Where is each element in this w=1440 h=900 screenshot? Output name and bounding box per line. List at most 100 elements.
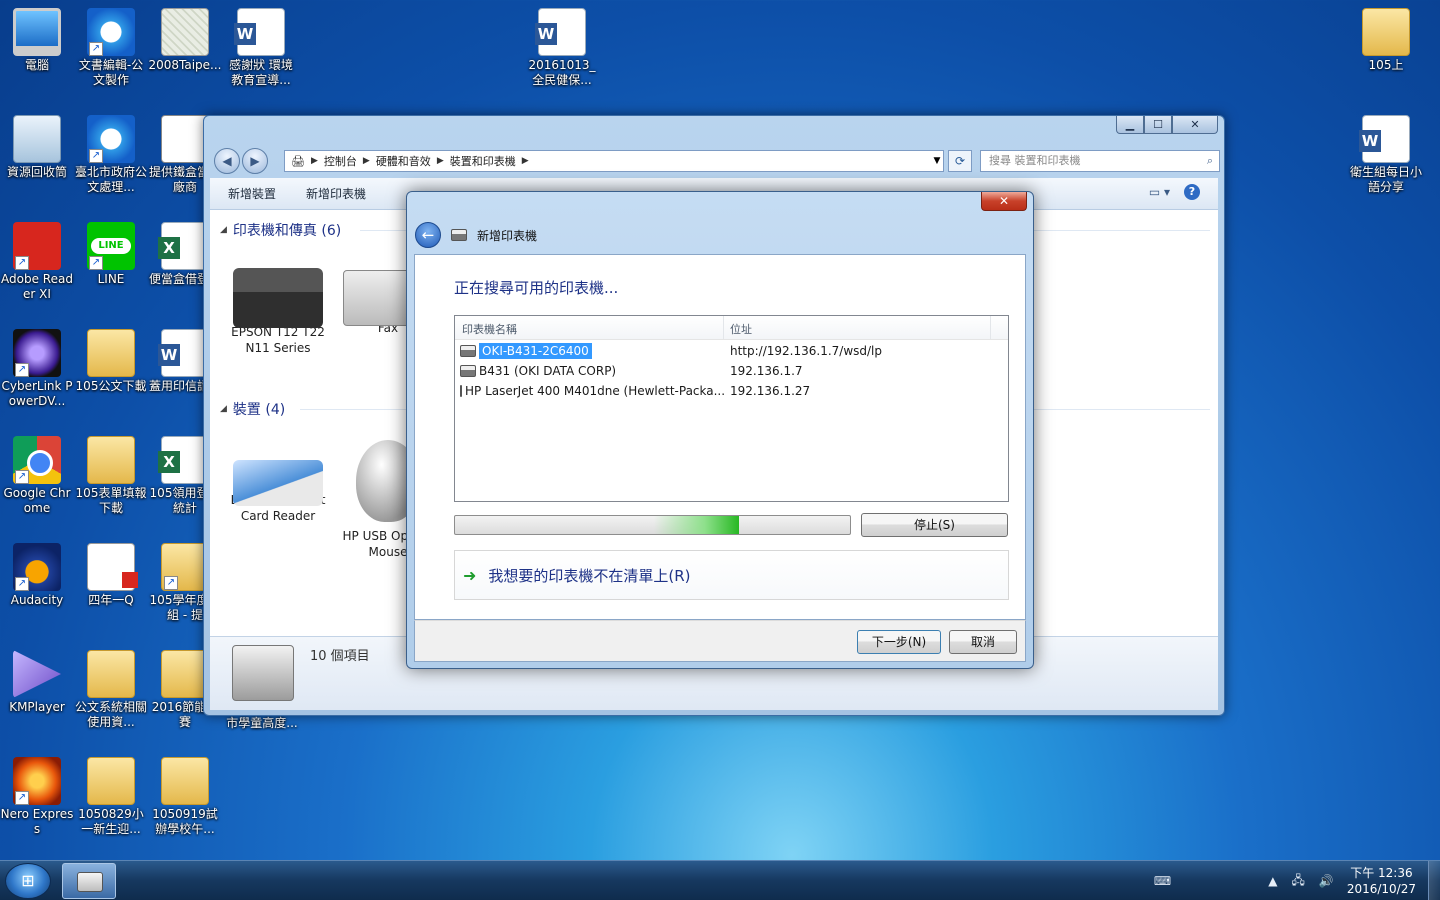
- stop-button[interactable]: 停止(S): [861, 513, 1008, 537]
- computer-icon: [13, 8, 61, 56]
- breadcrumb-separator-icon: ▶: [521, 156, 529, 166]
- printer-not-listed-box[interactable]: ➜ 我想要的印表機不在清單上(R): [454, 550, 1009, 600]
- address-dropdown-icon[interactable]: ▼: [928, 150, 946, 172]
- printers-group-header[interactable]: ◢ 印表機和傳真 (6): [220, 220, 341, 240]
- ie-icon: ↗: [87, 115, 135, 163]
- printer-row[interactable]: B431 (OKI DATA CORP) 192.136.1.7: [455, 361, 1008, 381]
- desktop-icon-computer[interactable]: 電腦: [0, 8, 74, 73]
- devices-group-header[interactable]: ◢ 裝置 (4): [220, 399, 285, 419]
- nero-icon: ↗: [13, 757, 61, 805]
- printer-address: 192.136.1.7: [730, 364, 803, 378]
- printer-icon: [233, 268, 323, 328]
- volume-icon[interactable]: 🔊: [1319, 874, 1334, 888]
- search-input[interactable]: 搜尋 裝置和印表機 ⌕: [980, 150, 1220, 172]
- printer-name-cell: B431 (OKI DATA CORP): [455, 364, 724, 378]
- desktop-icon-nero[interactable]: ↗ Nero Express: [0, 757, 74, 837]
- desktop-icon-chrome[interactable]: ↗ Google Chrome: [0, 436, 74, 516]
- printer-row[interactable]: OKI-B431-2C6400 http://192.136.1.7/wsd/l…: [455, 341, 1008, 361]
- forward-button[interactable]: ▶: [242, 148, 268, 174]
- desktop-icon-four-years-pdf[interactable]: 四年一Q: [74, 543, 148, 608]
- desktop-icon-line[interactable]: ↗ LINE: [74, 222, 148, 287]
- desktop-icon-folder-105-docs[interactable]: 105公文下載: [74, 329, 148, 394]
- printer-name-cell: HP LaserJet 400 M401dne (Hewlett-Packa..…: [455, 384, 724, 398]
- device-smart-card-reader[interactable]: EZ100PU Smart Card Reader: [230, 440, 326, 524]
- next-button[interactable]: 下一步(N): [857, 630, 941, 654]
- printer-list-header: 印表機名稱 位址: [455, 316, 1008, 340]
- word-doc-icon: [234, 8, 285, 56]
- map-file-icon: [161, 8, 209, 56]
- printer-name: B431 (OKI DATA CORP): [479, 364, 617, 378]
- back-arrow-icon[interactable]: ←: [415, 222, 441, 248]
- add-printer-button[interactable]: 新增印表機: [306, 185, 366, 202]
- desktop-icon-kmplayer[interactable]: KMPlayer: [0, 650, 74, 715]
- printer-not-listed-link[interactable]: 我想要的印表機不在清單上(R): [488, 565, 690, 586]
- taskbar-devices-printers[interactable]: [62, 863, 116, 899]
- word-doc-icon: [158, 329, 209, 377]
- back-button[interactable]: ◀: [214, 148, 240, 174]
- desktop-icon-cyberlink[interactable]: ↗ CyberLink PowerDV...: [0, 329, 74, 409]
- printer-address: 192.136.1.27: [730, 384, 811, 398]
- printer-list[interactable]: 印表機名稱 位址 OKI-B431-2C6400 http://192.136.…: [454, 315, 1009, 502]
- adobe-reader-icon: ↗: [13, 222, 61, 270]
- breadcrumb-control-panel[interactable]: 控制台: [324, 153, 357, 169]
- desktop-icon-student-height[interactable]: 市學童高度...: [222, 716, 302, 731]
- address-bar[interactable]: 🖨 ▶ 控制台 ▶ 硬體和音效 ▶ 裝置和印表機 ▶: [284, 150, 944, 172]
- desktop-icon-folder-105[interactable]: 105上: [1349, 8, 1423, 73]
- printer-address: http://192.136.1.7/wsd/lp: [730, 344, 883, 358]
- show-desktop-button[interactable]: [1428, 861, 1440, 900]
- folder-icon: [87, 757, 135, 805]
- desktop-icon-adobe-reader[interactable]: ↗ Adobe Reader XI: [0, 222, 74, 302]
- desktop-icon-folder-forms[interactable]: 105表單填報下載: [74, 436, 148, 516]
- folder-icon: [87, 329, 135, 377]
- audacity-icon: ↗: [13, 543, 61, 591]
- column-header-address[interactable]: 位址: [724, 316, 991, 339]
- folder-icon: [161, 650, 209, 698]
- desktop-icon-document-editor[interactable]: ↗ 文書編輯-公文製作: [74, 8, 148, 88]
- help-icon[interactable]: ?: [1184, 184, 1200, 200]
- desktop-icon-folder-pilot[interactable]: 1050919試辦學校午...: [148, 757, 222, 837]
- cyberlink-icon: ↗: [13, 329, 61, 377]
- maximize-button[interactable]: ☐: [1144, 116, 1172, 134]
- desktop-icon-recycle-bin[interactable]: 資源回收筒: [0, 115, 74, 180]
- desktop-icon-folder-freshman[interactable]: 1050829小一新生迎...: [74, 757, 148, 837]
- add-printer-dialog: ✕ ← 新增印表機 正在搜尋可用的印表機... 印表機名稱 位址 OKI-B43…: [406, 191, 1034, 669]
- devices-printers-icon: [77, 872, 103, 892]
- desktop-icon-certificate-doc[interactable]: 感謝狀 環境教育宣導...: [224, 8, 298, 88]
- minimize-button[interactable]: ▁: [1116, 116, 1144, 134]
- folder-icon: [161, 757, 209, 805]
- folder-icon: [87, 436, 135, 484]
- add-device-button[interactable]: 新增裝置: [228, 185, 276, 202]
- breadcrumb-devices-printers[interactable]: 裝置和印表機: [450, 153, 516, 169]
- desktop-icon-audacity[interactable]: ↗ Audacity: [0, 543, 74, 608]
- desktop-icon-health-doc[interactable]: 20161013_全民健保...: [525, 8, 599, 88]
- view-options-icon[interactable]: ▭ ▾: [1149, 185, 1170, 199]
- navigation-row: ◀ ▶ 🖨 ▶ 控制台 ▶ 硬體和音效 ▶ 裝置和印表機 ▶ ▼ ⟳ 搜尋 裝置…: [210, 146, 1220, 174]
- show-hidden-icons-icon[interactable]: ▲: [1268, 874, 1277, 888]
- refresh-button[interactable]: ⟳: [948, 150, 972, 172]
- breadcrumb-hardware-sound[interactable]: 硬體和音效: [376, 153, 431, 169]
- start-button[interactable]: ⊞: [5, 863, 51, 899]
- system-tray: ⌨ ▲ 🖧 🔊 下午 12:36 2016/10/27: [1147, 861, 1440, 900]
- control-panel-icon: 🖨: [291, 154, 305, 168]
- excel-doc-icon: [158, 222, 209, 270]
- desktop-icon-2008taipei[interactable]: 2008Taipe...: [148, 8, 222, 73]
- dialog-close-button[interactable]: ✕: [981, 192, 1027, 211]
- device-label: EPSON T12 T22 N11 Series: [231, 325, 325, 355]
- cancel-button[interactable]: 取消: [949, 630, 1017, 654]
- window-controls: ▁ ☐ ✕: [1116, 116, 1218, 134]
- network-icon[interactable]: 🖧: [1291, 871, 1304, 892]
- folder-icon: [1362, 8, 1410, 56]
- clock[interactable]: 下午 12:36 2016/10/27: [1347, 865, 1416, 897]
- keyboard-icon[interactable]: ⌨: [1154, 874, 1171, 888]
- smart-card-reader-icon: [233, 460, 323, 506]
- desktop-icon-folder-doc-system[interactable]: 公文系統相關使用資...: [74, 650, 148, 730]
- close-button[interactable]: ✕: [1172, 116, 1218, 134]
- desktop-icon-taipei-docs[interactable]: ↗ 臺北市政府公文處理...: [74, 115, 148, 195]
- excel-doc-icon: [158, 436, 209, 484]
- clock-date: 2016/10/27: [1346, 882, 1416, 896]
- printer-row[interactable]: HP LaserJet 400 M401dne (Hewlett-Packa..…: [455, 381, 1008, 401]
- column-header-name[interactable]: 印表機名稱: [455, 316, 724, 339]
- printer-epson[interactable]: EPSON T12 T22 N11 Series: [230, 258, 326, 356]
- desktop-icon-daily-quote[interactable]: 衛生組每日小語分享: [1349, 115, 1423, 195]
- printer-small-icon: [451, 229, 467, 241]
